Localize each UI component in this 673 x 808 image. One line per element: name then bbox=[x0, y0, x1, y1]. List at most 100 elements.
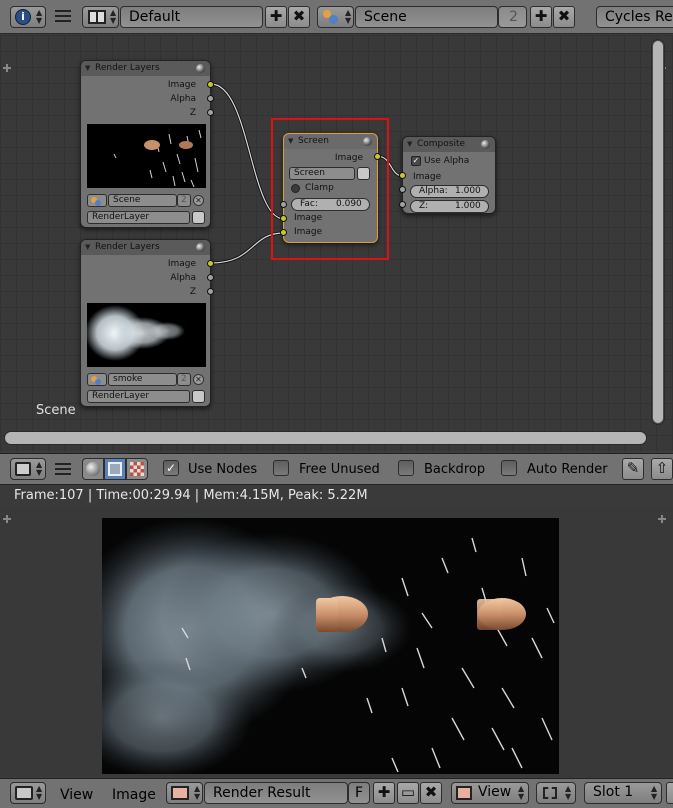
backdrop-label: Backdrop bbox=[424, 462, 486, 477]
composite-node[interactable]: Composite ✓ Use Alpha Image Alpha: 1.000… bbox=[402, 136, 496, 214]
scene-users-count: 2 bbox=[498, 6, 527, 28]
use-nodes-checkbox[interactable]: ✓ bbox=[163, 460, 179, 476]
menu-view[interactable]: View bbox=[60, 787, 93, 803]
render-engine-selector[interactable]: Cycles Ren bbox=[596, 6, 673, 28]
scene-selector[interactable]: ▲ ▼ bbox=[317, 6, 354, 28]
render-info-text: Frame:107 | Time:00:29.94 | Mem:4.15M, P… bbox=[0, 486, 673, 508]
info-icon: i bbox=[15, 9, 31, 25]
delete-scene-icon[interactable]: ✖ bbox=[553, 6, 575, 28]
region-expand-icon[interactable] bbox=[3, 515, 11, 523]
render-layer-button-icon[interactable] bbox=[192, 390, 205, 403]
bullet-thumbnail-image bbox=[87, 124, 206, 188]
render-layer-selector[interactable]: RenderLayer bbox=[87, 390, 190, 403]
render-result-image bbox=[102, 518, 559, 774]
socket-output-image[interactable] bbox=[207, 260, 214, 267]
use-alpha-checkbox[interactable]: ✓ bbox=[411, 156, 421, 166]
image-icon bbox=[456, 786, 472, 800]
socket-input-alpha[interactable] bbox=[399, 186, 406, 193]
z-value: 1.000 bbox=[455, 201, 481, 211]
menu-collapse-icon[interactable] bbox=[55, 463, 71, 475]
use-alpha-label: Use Alpha bbox=[424, 156, 470, 166]
alpha-value: 1.000 bbox=[455, 186, 481, 196]
scene-field[interactable]: Scene bbox=[108, 194, 177, 207]
clear-scene-icon[interactable]: ✕ bbox=[193, 195, 204, 206]
scene-label: Scene bbox=[36, 403, 76, 418]
node-editor[interactable]: Render Layers Image Alpha Z Scene 2 bbox=[0, 35, 673, 451]
socket-output-alpha[interactable] bbox=[207, 274, 214, 281]
alpha-label: Alpha: bbox=[419, 186, 448, 196]
scene-field[interactable]: smoke bbox=[108, 373, 177, 386]
menu-collapse-icon[interactable] bbox=[55, 10, 71, 22]
menu-image[interactable]: Image bbox=[112, 787, 156, 803]
updown-icon: ▲ ▼ bbox=[36, 8, 43, 25]
pivot-icon bbox=[543, 787, 557, 799]
screen-layout-selector[interactable]: ▲ ▼ bbox=[82, 6, 119, 28]
z-field[interactable]: Z: 1.000 bbox=[410, 200, 489, 213]
auto-render-checkbox[interactable] bbox=[501, 460, 517, 476]
render-preview-thumbnail bbox=[87, 124, 206, 188]
texture-nodes-button[interactable] bbox=[126, 458, 148, 480]
render-layer-button-icon[interactable] bbox=[192, 211, 205, 224]
node-preview-icon[interactable] bbox=[481, 140, 490, 149]
render-layer-selector[interactable]: RenderLayer bbox=[87, 211, 190, 224]
node-title: Render Layers bbox=[81, 240, 210, 255]
image-browse-button[interactable]: ▲ ▼ bbox=[166, 782, 203, 804]
unlink-image-icon[interactable]: ✖ bbox=[420, 782, 442, 804]
add-screen-icon[interactable]: ✚ bbox=[265, 6, 287, 28]
highlight-rectangle bbox=[271, 118, 389, 260]
alpha-field[interactable]: Alpha: 1.000 bbox=[410, 185, 489, 198]
socket-output-alpha[interactable] bbox=[207, 95, 214, 102]
add-scene-icon[interactable]: ✚ bbox=[530, 6, 552, 28]
scene-selector-icon[interactable] bbox=[87, 194, 107, 207]
compositing-nodes-button[interactable] bbox=[104, 458, 126, 480]
slot-selector[interactable]: Slot 1 ▲ ▼ bbox=[584, 782, 662, 804]
output-z-label: Z bbox=[189, 108, 196, 118]
slot-label: Slot 1 bbox=[593, 784, 634, 800]
socket-input-image[interactable] bbox=[399, 172, 406, 179]
compositing-icon bbox=[108, 462, 122, 476]
delete-screen-icon[interactable]: ✖ bbox=[288, 6, 310, 28]
editor-type-selector[interactable]: ▲ ▼ bbox=[10, 782, 46, 804]
new-image-icon[interactable]: ✚ bbox=[373, 782, 395, 804]
image-icon bbox=[171, 786, 189, 800]
editor-type-selector[interactable]: ▲ ▼ bbox=[10, 458, 46, 480]
render-layers-node[interactable]: Render Layers Image Alpha Z Scene 2 bbox=[80, 60, 211, 228]
node-editor-header: ▲ ▼ ✓ Use Nodes Free Unused Backdrop Auto… bbox=[0, 453, 673, 485]
free-unused-label: Free Unused bbox=[299, 462, 380, 477]
socket-input-z[interactable] bbox=[399, 201, 406, 208]
input-image-label: Image bbox=[413, 172, 442, 182]
scene-name-field[interactable]: Scene bbox=[355, 6, 498, 28]
render-preview-thumbnail bbox=[87, 303, 206, 367]
output-image-label: Image bbox=[167, 80, 196, 90]
node-preview-icon[interactable] bbox=[196, 64, 205, 73]
region-expand-icon[interactable] bbox=[658, 515, 666, 523]
scene-selector-icon[interactable] bbox=[87, 373, 107, 386]
socket-output-image[interactable] bbox=[207, 81, 214, 88]
go-parent-icon[interactable]: ⇧ bbox=[651, 458, 673, 480]
use-nodes-label: Use Nodes bbox=[188, 462, 258, 477]
shader-icon bbox=[86, 462, 100, 476]
pin-icon[interactable]: ✎ bbox=[622, 458, 644, 480]
socket-output-z[interactable] bbox=[207, 288, 214, 295]
clear-scene-icon[interactable]: ✕ bbox=[193, 374, 204, 385]
fake-user-button[interactable]: F bbox=[348, 782, 370, 804]
editor-type-info-button[interactable]: i ▲ ▼ bbox=[10, 6, 46, 28]
shader-nodes-button[interactable] bbox=[82, 458, 104, 480]
view-mode-label: View bbox=[478, 784, 512, 800]
backdrop-checkbox[interactable] bbox=[398, 460, 414, 476]
output-alpha-label: Alpha bbox=[170, 273, 196, 283]
smoke-thumbnail-image bbox=[87, 303, 206, 367]
screen-layout-name-field[interactable]: Default bbox=[120, 6, 263, 28]
render-layers-node[interactable]: Render Layers Image Alpha Z smoke 2 bbox=[80, 239, 211, 407]
view-mode-selector[interactable]: View ▲ ▼ bbox=[451, 782, 529, 804]
open-image-icon[interactable]: ▭ bbox=[397, 782, 419, 804]
node-preview-icon[interactable] bbox=[196, 243, 205, 252]
free-unused-checkbox[interactable] bbox=[273, 460, 289, 476]
overflow-button[interactable] bbox=[666, 782, 673, 804]
pivot-selector[interactable]: ▲ ▼ bbox=[536, 782, 576, 804]
socket-output-z[interactable] bbox=[207, 109, 214, 116]
node-editor-icon bbox=[15, 462, 31, 476]
scene-users-count: 2 bbox=[177, 194, 191, 207]
image-name-field[interactable]: Render Result bbox=[204, 782, 348, 804]
z-label: Z: bbox=[419, 201, 429, 211]
